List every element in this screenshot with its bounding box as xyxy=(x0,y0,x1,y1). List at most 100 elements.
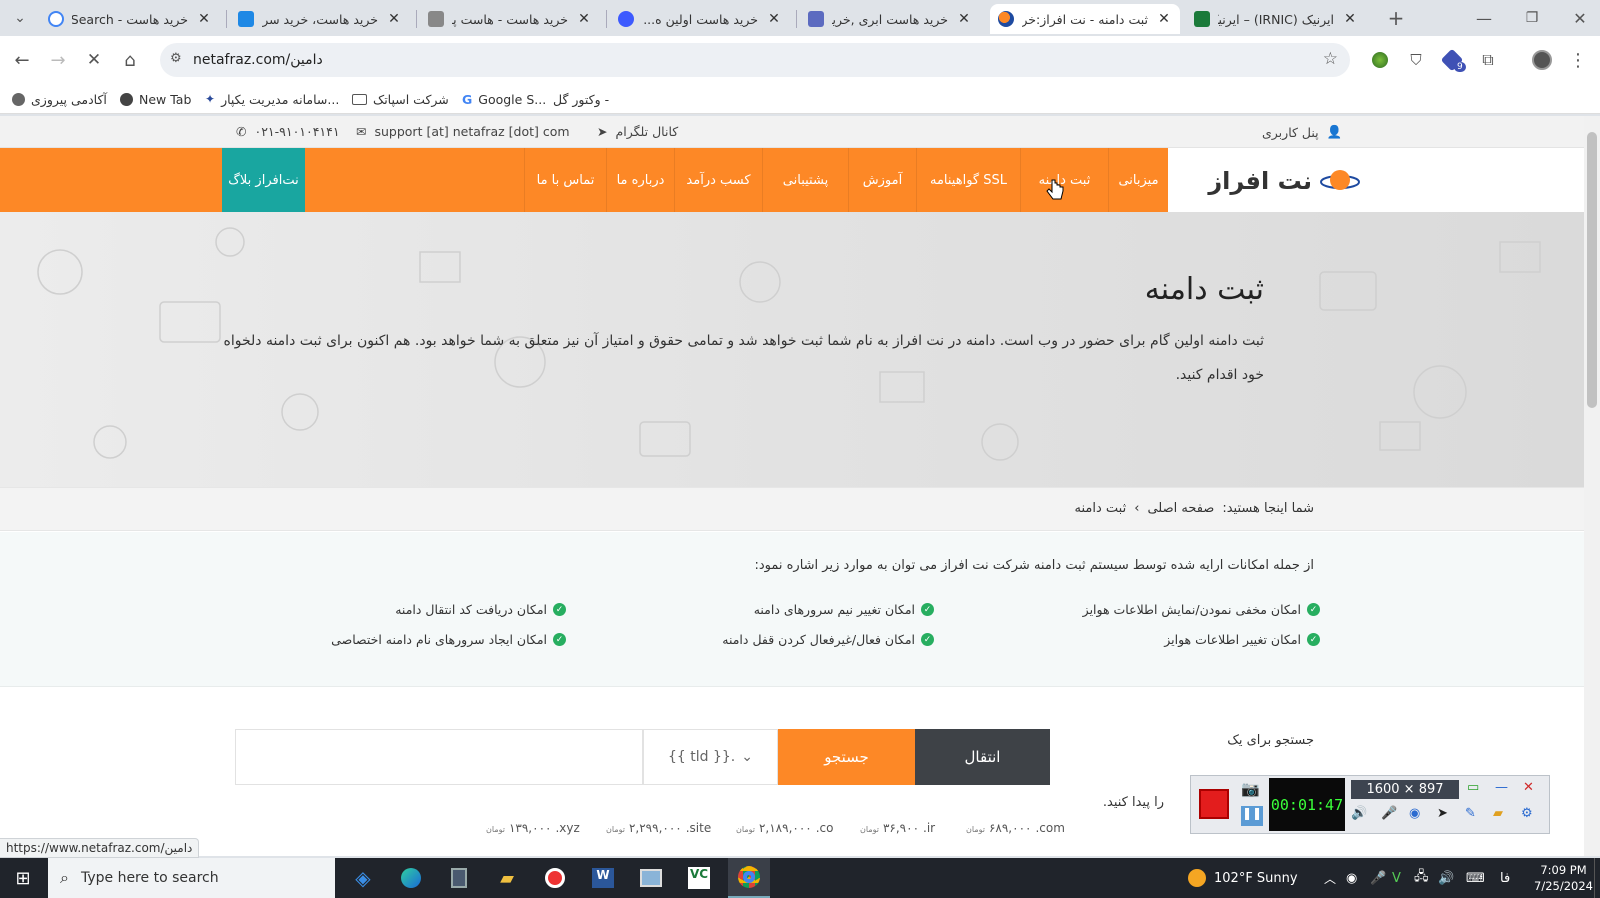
page-scrollbar[interactable] xyxy=(1584,116,1600,856)
tab-site-3[interactable]: خرید هاست - هاست پر... ✕ xyxy=(420,4,600,34)
vscode-icon[interactable]: ◈ xyxy=(348,864,378,892)
address-bar[interactable]: ⚙ netafraz.com/دامین ☆ xyxy=(160,43,1350,77)
close-icon[interactable]: ✕ xyxy=(1523,780,1534,795)
word-icon[interactable]: W xyxy=(588,864,618,892)
bookmark-star-icon[interactable]: ☆ xyxy=(1323,49,1338,69)
show-desktop-button[interactable] xyxy=(1594,858,1600,898)
file-explorer-icon[interactable]: ▰ xyxy=(492,864,522,892)
taskbar-search-box[interactable]: ⌕ Type here to search xyxy=(48,858,335,898)
nav-support[interactable]: پشتیبانی xyxy=(762,148,848,212)
tab-netafraz-active[interactable]: ثبت دامنه - نت افراز:خر... ✕ xyxy=(990,4,1180,34)
scrollbar-thumb[interactable] xyxy=(1587,132,1597,408)
home-icon[interactable]: ⌂ xyxy=(114,44,146,76)
tab-site-4[interactable]: خرید هاست اولین ه... ✕ xyxy=(610,4,790,34)
extension-badge-icon[interactable]: 9 xyxy=(1436,44,1468,76)
new-tab-button[interactable]: + xyxy=(1380,2,1412,34)
cursor-icon[interactable]: ➤ xyxy=(1437,806,1448,821)
nav-ssl[interactable]: گواهینامه SSL xyxy=(916,148,1020,212)
back-icon[interactable]: ← xyxy=(6,44,38,76)
tab-site-2[interactable]: خرید هاست، خرید سرور ✕ xyxy=(230,4,410,34)
image-viewer-icon[interactable] xyxy=(636,864,666,892)
minimize-icon[interactable]: — xyxy=(1495,780,1508,795)
extension-shield-icon[interactable]: ⛉ xyxy=(1400,44,1432,76)
bookmark-folder[interactable]: شرکت اسپاتک xyxy=(352,89,449,109)
tab-site-5[interactable]: خرید هاست ابری ,خرید ✕ xyxy=(800,4,980,34)
nav-about[interactable]: درباره ما xyxy=(606,148,674,212)
tab-google-search[interactable]: خرید هاست - Search ✕ xyxy=(40,4,220,34)
close-icon[interactable]: ✕ xyxy=(1342,11,1358,27)
vc-tray-icon[interactable]: V xyxy=(1392,858,1401,898)
close-icon[interactable]: ✕ xyxy=(386,11,402,27)
stop-loading-icon[interactable]: ✕ xyxy=(78,44,110,76)
bookmark-item[interactable]: وکتور گل - xyxy=(553,89,609,109)
bookmark-item[interactable]: ✦ سامانه مدیریت یکپار... xyxy=(205,89,339,109)
bookmark-item[interactable]: G Google S... xyxy=(462,89,546,109)
transfer-button[interactable]: انتقال xyxy=(915,729,1050,785)
search-button[interactable]: جستجو xyxy=(778,729,915,785)
bookmark-item[interactable]: آکادمی پیروزی xyxy=(12,89,107,109)
folder-icon[interactable]: ▰ xyxy=(1493,806,1503,821)
network-icon[interactable]: 🖧 xyxy=(1414,858,1429,898)
bookmark-item[interactable]: New Tab xyxy=(120,89,191,109)
site-logo[interactable]: نت افراز xyxy=(1190,160,1360,202)
blog-button[interactable]: نت‌افراز بلاگ xyxy=(222,148,305,212)
nav-contact[interactable]: تماس با ما xyxy=(524,148,606,212)
close-icon[interactable]: ✕ xyxy=(576,11,592,27)
microphone-icon[interactable]: 🎤 xyxy=(1381,806,1397,821)
tray-overflow-icon[interactable]: ︿ xyxy=(1324,858,1336,898)
tab-irnic[interactable]: ایرنیک (IRNIC) – ایرنیک ✕ xyxy=(1186,4,1366,34)
pause-icon[interactable]: ❚❚ xyxy=(1241,806,1263,826)
minimize-window-icon[interactable]: — xyxy=(1468,2,1500,34)
language-indicator[interactable]: فا xyxy=(1500,858,1510,898)
calculator-icon[interactable] xyxy=(444,864,474,892)
profile-avatar-icon[interactable] xyxy=(1526,44,1558,76)
email-link[interactable]: ✉ support [at] netafraz [dot] com xyxy=(356,124,570,139)
phone-link[interactable]: ✆ ۰۲۱-۹۱۰۱۰۴۱۴۱ xyxy=(236,124,340,139)
microphone-tray-icon[interactable]: 🎤 xyxy=(1370,858,1386,898)
keyboard-icon[interactable]: ⌨ xyxy=(1466,858,1485,898)
nav-earn[interactable]: کسب درآمد xyxy=(674,148,762,212)
tab-search-dropdown-icon[interactable]: ⌄ xyxy=(4,2,36,34)
close-icon[interactable]: ✕ xyxy=(1156,11,1172,27)
webcam-icon[interactable]: ◉ xyxy=(1409,806,1420,821)
forward-icon[interactable]: → xyxy=(42,44,74,76)
recorder-app-icon[interactable] xyxy=(540,864,570,892)
nav-tutorials[interactable]: آموزش xyxy=(848,148,916,212)
close-icon[interactable]: ✕ xyxy=(196,11,212,27)
nav-hosting[interactable]: میزبانی xyxy=(1108,148,1168,212)
weather-widget[interactable]: 102°F Sunny xyxy=(1188,858,1298,898)
speaker-icon[interactable]: 🔊 xyxy=(1351,806,1367,821)
tab-label: خرید هاست ابری ,خرید xyxy=(832,11,948,27)
volume-icon[interactable]: 🔊 xyxy=(1438,858,1454,898)
chrome-icon[interactable] xyxy=(728,858,770,898)
planet-logo-icon xyxy=(1320,170,1360,190)
taskbar-clock[interactable]: 7:09 PM 7/25/2024 xyxy=(1534,858,1593,898)
camera-icon[interactable]: 📷 xyxy=(1241,780,1260,798)
breadcrumb-home-link[interactable]: صفحه اصلی xyxy=(1147,501,1214,516)
close-window-icon[interactable]: ✕ xyxy=(1564,2,1596,34)
domain-search-input[interactable] xyxy=(235,729,643,785)
close-icon[interactable]: ✕ xyxy=(956,11,972,27)
pen-icon[interactable]: ✎ xyxy=(1465,806,1476,821)
nav-domain[interactable]: ثبت دامنه xyxy=(1020,148,1108,212)
tld-select[interactable]: {{ tld }}. ⌄ xyxy=(643,729,778,785)
windows-start-icon[interactable]: ⊞ xyxy=(8,864,38,892)
close-icon[interactable]: ✕ xyxy=(766,11,782,27)
extension-globe-icon[interactable] xyxy=(1364,44,1396,76)
restore-window-icon[interactable]: ❐ xyxy=(1516,2,1548,34)
user-panel-link[interactable]: پنل کاربری 👤 xyxy=(1262,124,1342,140)
tab-label: خرید هاست، خرید سرور xyxy=(262,11,378,27)
vc-app-icon[interactable]: VC xyxy=(684,864,714,892)
record-stop-button[interactable] xyxy=(1199,789,1229,819)
region-icon[interactable]: ▭ xyxy=(1467,780,1479,795)
recorder-tray-icon[interactable]: ◉ xyxy=(1346,858,1357,898)
tab-label: ایرنیک (IRNIC) – ایرنیک xyxy=(1218,11,1334,27)
windows-taskbar: ⊞ ⌕ Type here to search ◈ ▰ W VC 102°F S… xyxy=(0,858,1600,898)
site-info-icon[interactable]: ⚙ xyxy=(170,51,182,66)
browser-menu-icon[interactable]: ⋮ xyxy=(1562,44,1594,76)
settings-gear-icon[interactable]: ⚙ xyxy=(1521,806,1533,821)
extensions-puzzle-icon[interactable]: ⧉ xyxy=(1472,44,1504,76)
telegram-link[interactable]: ➤ کانال تلگرام xyxy=(597,124,678,139)
bookmark-favicon-icon xyxy=(12,92,25,106)
edge-icon[interactable] xyxy=(396,864,426,892)
